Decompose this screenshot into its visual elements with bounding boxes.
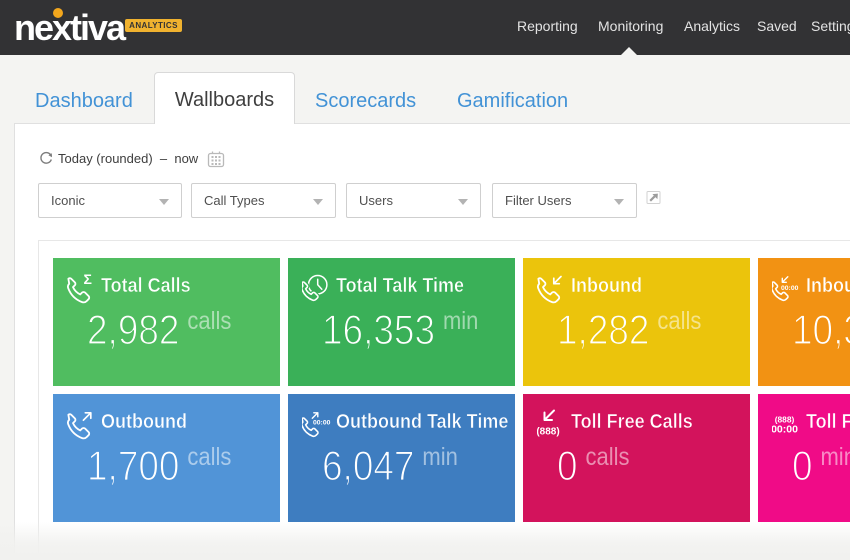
svg-text:00:00: 00:00 xyxy=(313,420,331,427)
svg-text:00:00: 00:00 xyxy=(781,285,799,292)
svg-text:00:00: 00:00 xyxy=(772,424,798,436)
svg-text:(888): (888) xyxy=(537,427,560,438)
svg-text:Σ: Σ xyxy=(84,273,92,287)
